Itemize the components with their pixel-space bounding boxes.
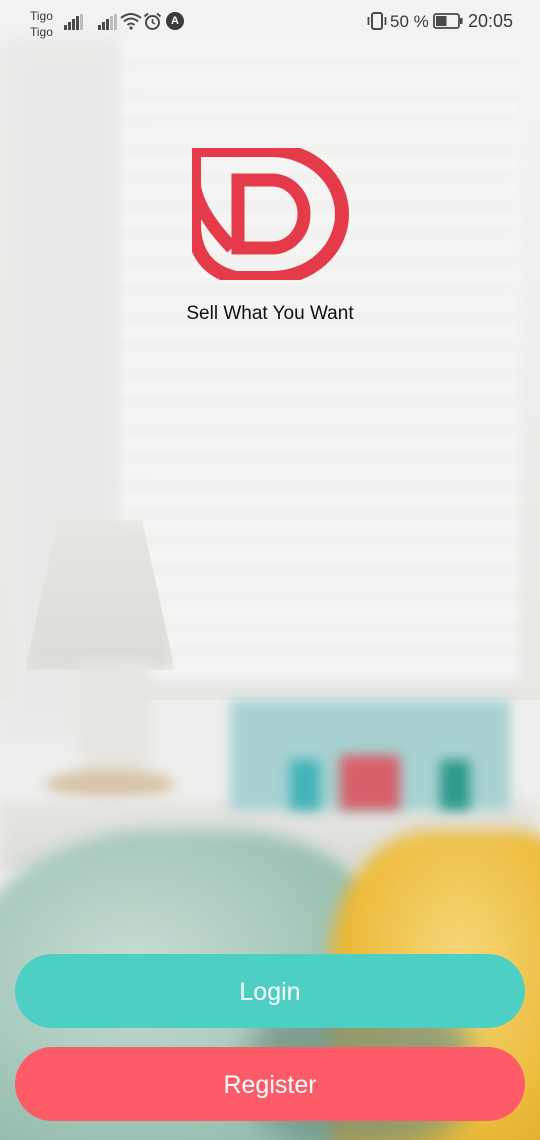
wifi-icon bbox=[120, 13, 142, 30]
carrier-1: Tigo bbox=[30, 9, 53, 23]
signal-icon bbox=[64, 14, 83, 30]
navigation-badge-icon: A bbox=[166, 12, 184, 30]
clock: 20:05 bbox=[468, 11, 514, 31]
carrier-names: Tigo Tigo bbox=[30, 8, 53, 40]
vibrate-icon bbox=[367, 12, 387, 30]
app-logo bbox=[192, 148, 349, 280]
tagline: Sell What You Want bbox=[186, 303, 354, 324]
signal-icon bbox=[98, 14, 117, 30]
carrier-2: Tigo bbox=[30, 25, 53, 39]
status-bar: Tigo Tigo A 50 % 20:05 bbox=[0, 0, 540, 44]
alarm-icon bbox=[143, 12, 162, 30]
register-button[interactable]: Register bbox=[15, 1047, 525, 1121]
login-button[interactable]: Login bbox=[15, 954, 525, 1028]
battery-percent: 50 % bbox=[390, 12, 429, 31]
battery-icon bbox=[433, 13, 463, 29]
welcome-screen: Tigo Tigo A 50 % 20:05 Sell What You Wan… bbox=[0, 0, 540, 1140]
